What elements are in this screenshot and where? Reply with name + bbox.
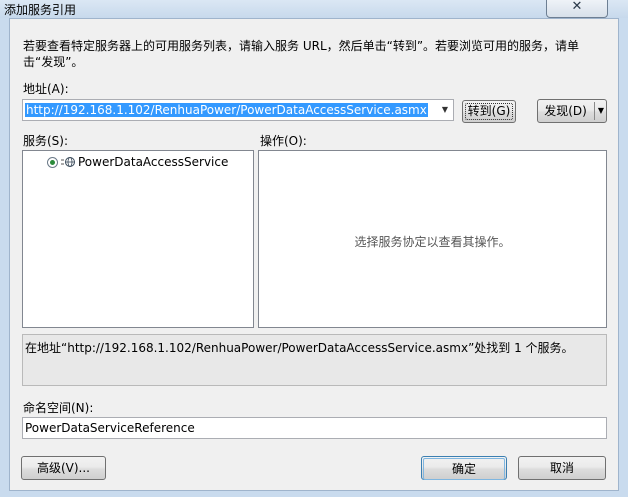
cancel-button-label: 取消 [549, 461, 574, 475]
status-text: 在地址“http://192.168.1.102/RenhuaPower/Pow… [25, 341, 574, 355]
dialog-body: 若要查看特定服务器上的可用服务列表，请输入服务 URL，然后单击“转到”。若要浏… [9, 18, 619, 491]
discover-split-button[interactable]: 发现(D) ▼ [537, 99, 607, 123]
title-bar: 添加服务引用 ✕ [0, 0, 628, 18]
window-title: 添加服务引用 [4, 3, 77, 17]
address-label: 地址(A): [23, 82, 69, 96]
go-button[interactable]: 转到(G) [462, 100, 516, 123]
address-combobox[interactable]: http://192.168.1.102/RenhuaPower/PowerDa… [22, 99, 454, 121]
service-item-label: PowerDataAccessService [78, 155, 229, 169]
namespace-label: 命名空间(N): [23, 401, 94, 415]
ok-button-label: 确定 [423, 458, 505, 480]
advanced-button-label: 高级(V)... [36, 461, 91, 475]
tree-item-service[interactable]: PowerDataAccessService [47, 155, 228, 169]
operations-empty-message: 选择服务协定以查看其操作。 [354, 235, 511, 249]
ok-button[interactable]: 确定 [421, 456, 507, 480]
go-button-label: 转到(G) [465, 103, 513, 120]
address-value[interactable]: http://192.168.1.102/RenhuaPower/PowerDa… [25, 103, 428, 117]
service-globe-icon [61, 157, 75, 167]
chevron-down-icon[interactable]: ▼ [437, 100, 453, 120]
status-box: 在地址“http://192.168.1.102/RenhuaPower/Pow… [22, 334, 607, 386]
discover-button-label[interactable]: 发现(D) [538, 100, 593, 122]
services-tree[interactable]: PowerDataAccessService [22, 150, 254, 328]
operations-list[interactable]: 选择服务协定以查看其操作。 [258, 150, 607, 328]
namespace-input[interactable]: PowerDataServiceReference [22, 417, 607, 439]
split-divider [594, 102, 595, 120]
chevron-down-icon[interactable]: ▼ [596, 100, 606, 122]
advanced-button[interactable]: 高级(V)... [21, 456, 106, 480]
close-button[interactable]: ✕ [546, 0, 608, 18]
operations-label: 操作(O): [260, 134, 307, 148]
expand-radio-icon[interactable] [47, 156, 58, 168]
close-icon: ✕ [571, 0, 583, 14]
services-label: 服务(S): [23, 134, 69, 148]
cancel-button[interactable]: 取消 [518, 456, 606, 480]
instruction-text: 若要查看特定服务器上的可用服务列表，请输入服务 URL，然后单击“转到”。若要浏… [23, 39, 580, 69]
